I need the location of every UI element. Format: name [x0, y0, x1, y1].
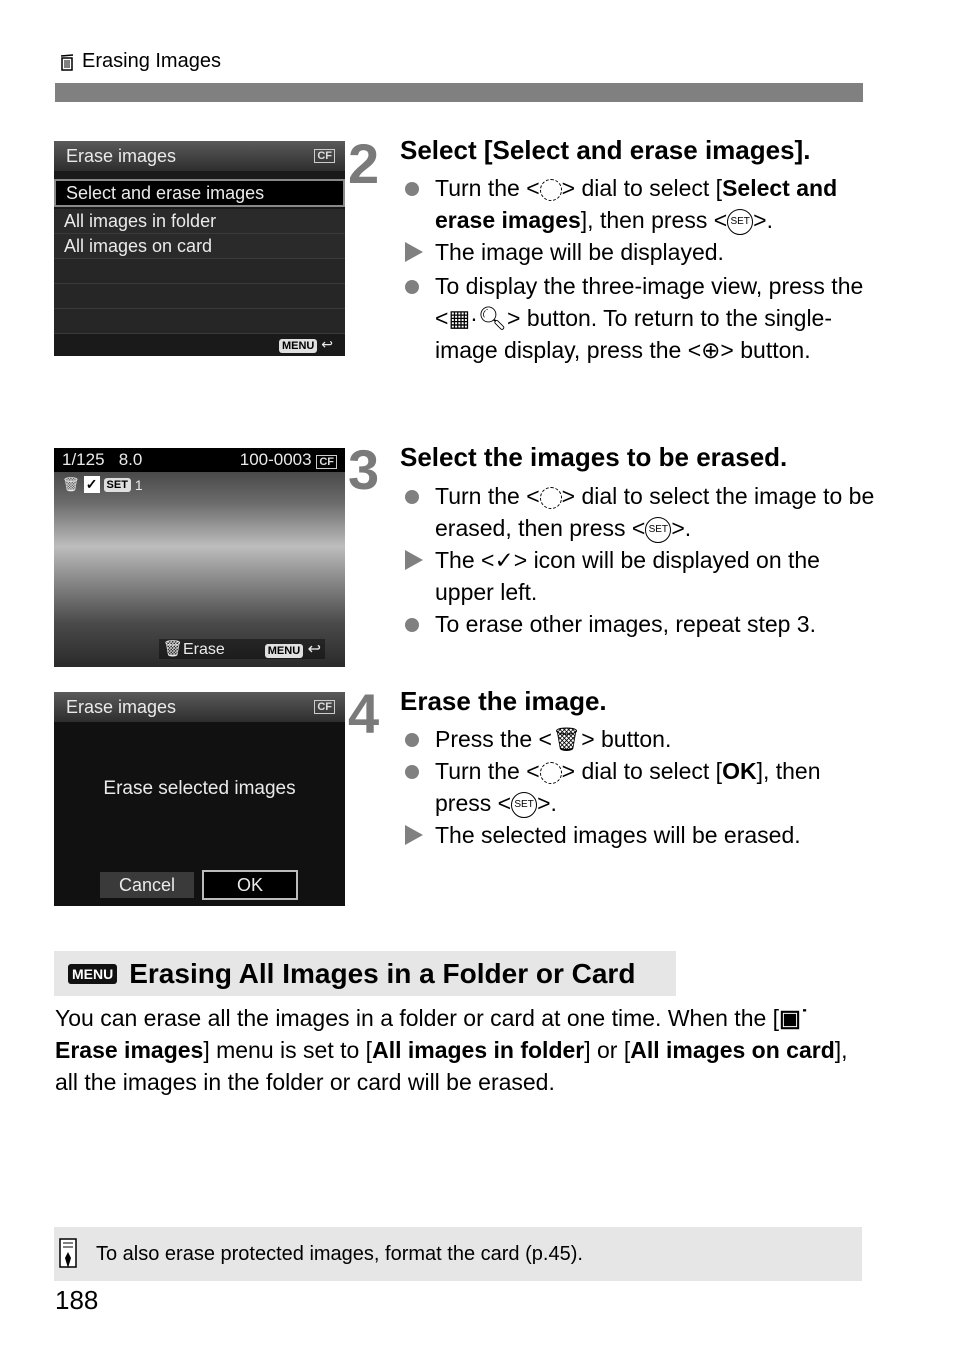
- bullet-item: The <✓> icon will be displayed on the up…: [405, 544, 875, 608]
- bullet-item: To display the three-image view, press t…: [405, 270, 875, 366]
- step-4-bullets: Press the <🗑︎> button. Turn the < > dial …: [405, 723, 875, 853]
- camera-screen-confirm: Erase images CF Erase selected images Can…: [54, 692, 345, 906]
- header-title: Erasing Images: [82, 50, 221, 72]
- erase-label: Erase: [182, 641, 225, 658]
- menu-badge-icon: MENU: [68, 963, 118, 984]
- bullet-dot-icon: [405, 490, 419, 504]
- menu-item-selected: Select and erase images: [54, 179, 345, 207]
- trash-icon: 🗑︎: [62, 476, 80, 492]
- dial-icon: [539, 761, 562, 784]
- screen-title: Erase images: [66, 145, 177, 166]
- menu-empty-row: [54, 259, 345, 284]
- cancel-button: Cancel: [100, 872, 194, 898]
- aperture: 8.0: [118, 450, 143, 469]
- bullet-item: Press the <🗑︎> button.: [405, 723, 875, 755]
- set-badge: SET: [103, 477, 131, 492]
- arrow-icon: [405, 825, 423, 845]
- page-number: 188: [55, 1285, 99, 1315]
- shutter-speed: 1/125: [62, 450, 105, 469]
- index-zoom-out-icon: ▦·🔍︎: [448, 305, 508, 331]
- bullet-item: Turn the < > dial to select [OK], then pr…: [405, 755, 875, 819]
- bullet-item: The image will be displayed.: [405, 236, 875, 270]
- menu-button-icon: MENU: [278, 339, 318, 353]
- arrow-icon: [405, 550, 423, 570]
- dial-icon: [539, 486, 562, 509]
- file-number: 100-0003: [239, 450, 312, 469]
- erase-overlay: 🗑︎ ✓ SET 1: [54, 472, 345, 497]
- memo-icon: [59, 1238, 77, 1268]
- zoom-in-icon: ⊕: [701, 337, 721, 363]
- menu-empty-row: [54, 309, 345, 334]
- check-icon: ✓: [83, 476, 100, 493]
- trash-icon: [60, 53, 74, 71]
- bullet-item: To erase other images, repeat step 3.: [405, 608, 875, 640]
- trash-icon: 🗑︎: [551, 726, 582, 752]
- set-icon: SET: [645, 516, 672, 543]
- bullet-dot-icon: [405, 618, 419, 632]
- step-title: Erase the image.: [400, 686, 607, 716]
- menu-empty-row: [54, 284, 345, 309]
- section-paragraph: You can erase all the images in a folder…: [55, 1005, 848, 1095]
- header-divider: [55, 83, 863, 102]
- camera-screen-menu: Erase images CF Select and erase images A…: [54, 141, 345, 356]
- step-3-bullets: Turn the < > dial to select the image to …: [405, 480, 875, 640]
- step-number: 4: [348, 682, 380, 745]
- bullet-item: Turn the < > dial to select [Select and e…: [405, 172, 875, 236]
- bullet-dot-icon: [405, 765, 419, 779]
- bullet-dot-icon: [405, 733, 419, 747]
- step-title: Select [Select and erase images].: [400, 135, 811, 165]
- section-title: Erasing All Images in a Folder or Card: [129, 957, 636, 989]
- step-number: 3: [348, 438, 380, 501]
- note-text: To also erase protected images, format t…: [96, 1242, 583, 1265]
- cf-card-icon: CF: [314, 149, 335, 163]
- dial-icon: [539, 178, 562, 201]
- bullet-item: Turn the < > dial to select the image to …: [405, 480, 875, 544]
- menu-button-icon: MENU: [264, 644, 304, 658]
- step-number: 2: [348, 132, 380, 195]
- bullet-dot-icon: [405, 280, 419, 294]
- image-count: 1: [134, 476, 143, 493]
- ok-button: OK: [202, 870, 298, 900]
- bullet-item: The selected images will be erased.: [405, 819, 875, 853]
- check-icon: ✓: [494, 547, 514, 573]
- section-heading: MENU Erasing All Images in a Folder or C…: [54, 951, 676, 996]
- arrow-icon: [405, 242, 423, 262]
- cf-card-icon: CF: [316, 455, 337, 469]
- set-icon: SET: [511, 791, 538, 818]
- menu-item: All images in folder: [54, 209, 345, 234]
- step-title: Select the images to be erased.: [400, 442, 788, 472]
- playback-footer: 🗑︎Erase MENU ↩: [158, 639, 325, 659]
- return-icon: ↩: [321, 336, 333, 352]
- menu-item: All images on card: [54, 234, 345, 259]
- step-2-bullets: Turn the < > dial to select [Select and e…: [405, 172, 875, 366]
- note-box: To also erase protected images, format t…: [54, 1227, 862, 1281]
- bullet-dot-icon: [405, 182, 419, 196]
- camera-screen-playback: 1/125 8.0 100-0003 CF 🗑︎ ✓ SET 1 🗑︎Erase…: [54, 448, 345, 667]
- page-header: Erasing Images: [58, 50, 221, 73]
- playback-menu-icon: ▣˙: [779, 1005, 809, 1031]
- set-icon: SET: [727, 208, 754, 235]
- screen-title: Erase images: [66, 696, 177, 717]
- cf-card-icon: CF: [314, 700, 335, 714]
- confirm-message: Erase selected images: [103, 778, 296, 799]
- menu-footer: MENU ↩: [278, 336, 333, 353]
